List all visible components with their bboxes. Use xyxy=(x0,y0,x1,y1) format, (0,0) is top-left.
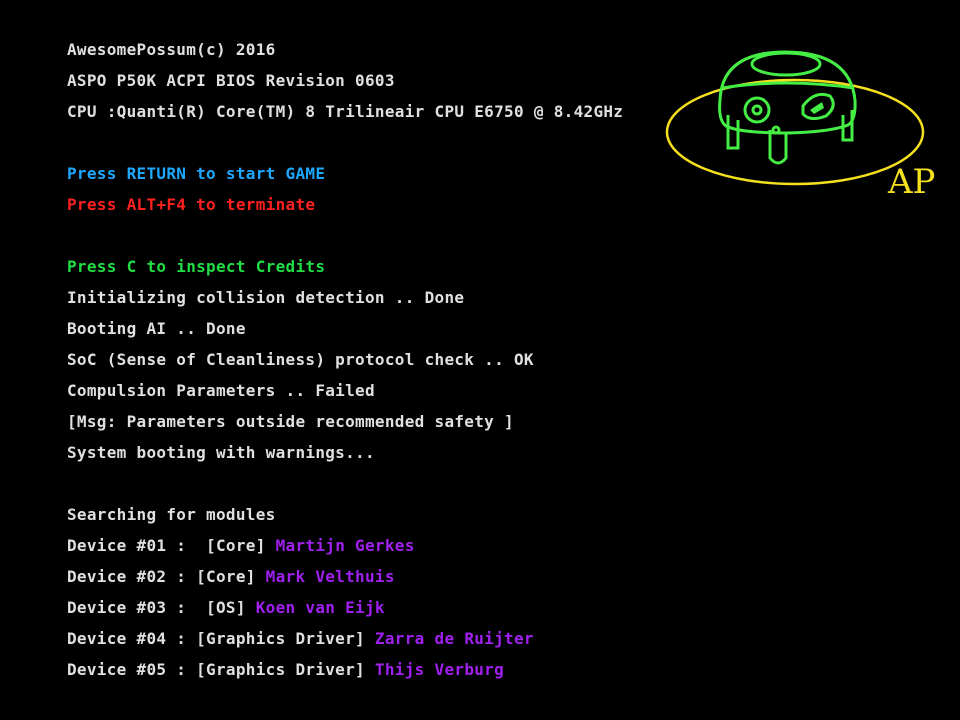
boot-log-line: [Msg: Parameters outside recommended saf… xyxy=(67,412,514,431)
device-line: Device #05 : [Graphics Driver] Thijs Ver… xyxy=(67,658,504,682)
credits-option[interactable]: Press C to inspect Credits xyxy=(67,255,325,279)
modules-title: Searching for modules xyxy=(67,505,276,524)
boot-screen: AwesomePossum(c) 2016 ASPO P50K ACPI BIO… xyxy=(0,0,960,720)
boot-log-line: Initializing collision detection .. Done xyxy=(67,288,465,307)
cpu-line: CPU :Quanti(R) Core(TM) 8 Trilineair CPU… xyxy=(67,102,624,121)
boot-log-line: SoC (Sense of Cleanliness) protocol chec… xyxy=(67,350,534,369)
device-line: Device #03 : [OS] Koen van Eijk xyxy=(67,596,385,620)
device-label: Device #04 : [Graphics Driver] xyxy=(67,629,375,648)
device-line: Device #04 : [Graphics Driver] Zarra de … xyxy=(67,627,534,651)
logo-text: AP xyxy=(888,162,936,202)
device-label: Device #03 : [OS] xyxy=(67,598,256,617)
device-name: Mark Velthuis xyxy=(265,567,395,586)
logo-robot xyxy=(718,50,857,165)
device-name: Thijs Verburg xyxy=(374,660,505,679)
bios-line: ASPO P50K ACPI BIOS Revision 0603 xyxy=(67,71,395,90)
device-label: Device #05 : [Graphics Driver] xyxy=(67,660,375,679)
logo-eye-shine xyxy=(810,102,824,114)
device-label: Device #02 : [Core] xyxy=(67,567,266,586)
device-label: Device #01 : [Core] xyxy=(67,536,276,555)
device-line: Device #01 : [Core] Martijn Gerkes xyxy=(67,534,415,558)
device-line: Device #02 : [Core] Mark Velthuis xyxy=(67,565,395,589)
boot-log-line: Compulsion Parameters .. Failed xyxy=(67,381,375,400)
boot-log-line: System booting with warnings... xyxy=(67,443,375,462)
copyright-line: AwesomePossum(c) 2016 xyxy=(67,40,276,59)
device-name: Martijn Gerkes xyxy=(275,536,415,555)
device-name: Zarra de Ruijter xyxy=(374,629,534,648)
terminate-option[interactable]: Press ALT+F4 to terminate xyxy=(67,193,315,217)
boot-log-line: Booting AI .. Done xyxy=(67,319,246,338)
start-game-option[interactable]: Press RETURN to start GAME xyxy=(67,162,325,186)
device-name: Koen van Eijk xyxy=(255,598,385,617)
